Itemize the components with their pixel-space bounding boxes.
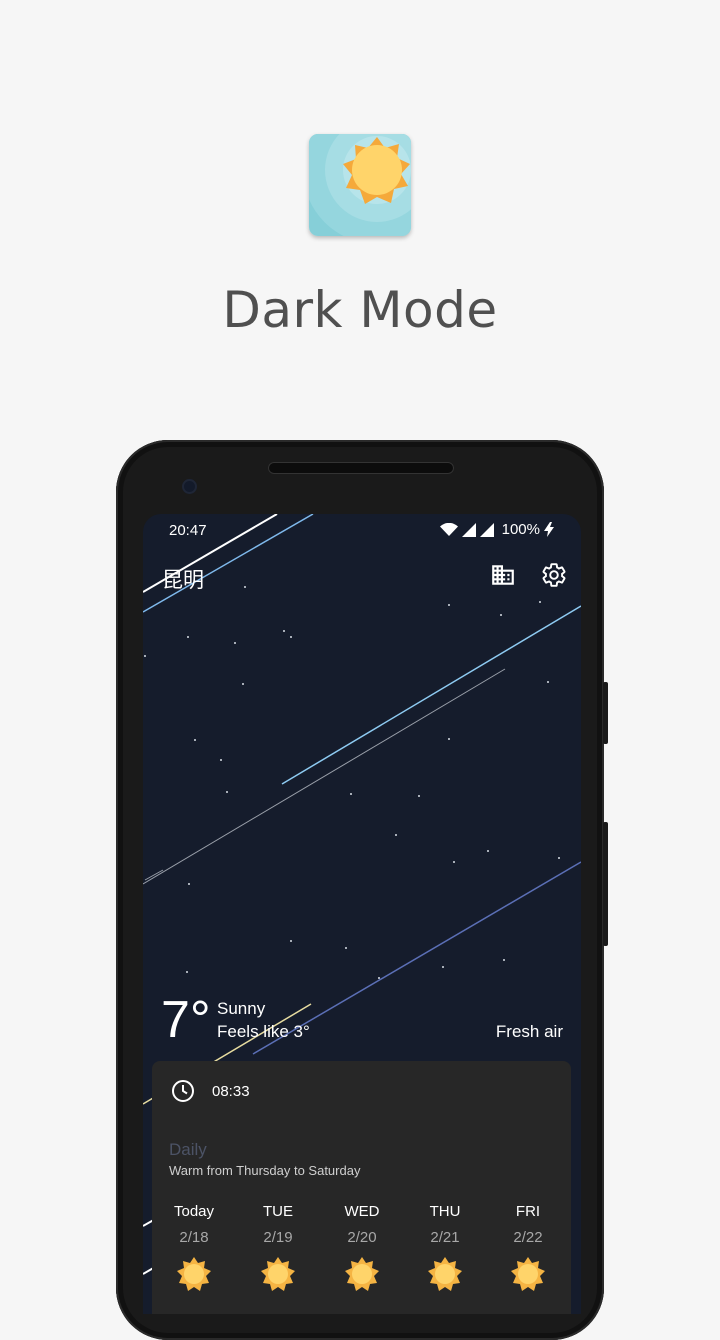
forecast-day[interactable]: WED 2/20 (320, 1203, 404, 1296)
air-quality[interactable]: Fresh air (496, 1022, 563, 1042)
day-name: Today (173, 1203, 215, 1220)
sun-app-icon (309, 134, 411, 236)
current-temperature: 7° (161, 991, 211, 1049)
day-name: WED (344, 1203, 380, 1220)
power-button (603, 682, 608, 744)
forecast-day[interactable]: THU 2/21 (403, 1203, 487, 1296)
daily-title: Daily (169, 1140, 207, 1159)
signal-icon (479, 522, 494, 537)
gear-icon[interactable] (541, 562, 567, 588)
app-icon (309, 134, 411, 236)
status-icons: 100% (439, 521, 554, 538)
signal-icon (461, 522, 476, 537)
page-title: Dark Mode (222, 281, 498, 339)
day-date: 2/22 (513, 1229, 543, 1246)
forecast-day[interactable]: TUE 2/19 (236, 1203, 320, 1296)
sunny-icon (177, 1257, 211, 1291)
day-name: TUE (263, 1203, 293, 1220)
sunny-icon (511, 1257, 545, 1291)
clock-icon (172, 1080, 194, 1102)
day-date: 2/18 (179, 1229, 209, 1246)
daily-description: Warm from Thursday to Saturday (169, 1163, 361, 1178)
wifi-icon (439, 522, 458, 536)
battery-percentage: 100% (501, 521, 540, 538)
sunny-icon (261, 1257, 295, 1291)
front-camera (182, 479, 197, 494)
feels-like: Feels like 3° (217, 1022, 310, 1041)
day-date: 2/19 (263, 1229, 293, 1246)
city-name[interactable]: 昆明 (162, 564, 204, 594)
day-date: 2/21 (430, 1229, 460, 1246)
status-bar: 20:47 100% (143, 514, 581, 548)
speaker-grille (268, 462, 454, 474)
charging-icon (544, 522, 554, 537)
update-time: 08:33 (212, 1083, 250, 1100)
day-date: 2/20 (347, 1229, 377, 1246)
weather-condition: Sunny (217, 999, 266, 1018)
day-name: FRI (515, 1203, 541, 1220)
status-time: 20:47 (169, 522, 207, 539)
sunny-icon (428, 1257, 462, 1291)
building-icon[interactable] (490, 562, 516, 588)
volume-button (603, 822, 608, 946)
day-name: THU (429, 1203, 461, 1220)
forecast-card: 08:33 Daily Warm from Thursday to Saturd… (152, 1061, 571, 1314)
forecast-day[interactable]: FRI 2/22 (486, 1203, 570, 1296)
forecast-day[interactable]: Today 2/18 (152, 1203, 236, 1296)
phone-screen: 20:47 100% 昆明 7° Sunny Feels like 3° Fre… (143, 514, 581, 1314)
sunny-icon (345, 1257, 379, 1291)
